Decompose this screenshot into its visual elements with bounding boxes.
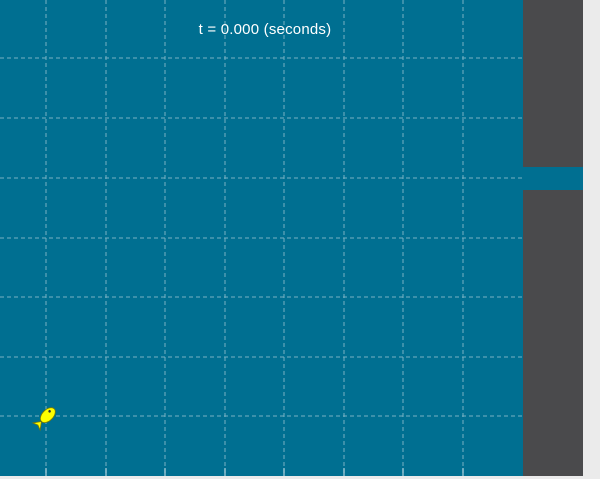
time-label: t = 0.000 (seconds): [198, 21, 332, 38]
background-strip: [583, 0, 600, 479]
grid-canvas: [0, 0, 523, 476]
simulation-stage: t = 0.000 (seconds): [0, 0, 600, 479]
wall-opening: [523, 167, 583, 190]
water-arena: [0, 0, 523, 476]
wall-barrier: [523, 0, 583, 476]
